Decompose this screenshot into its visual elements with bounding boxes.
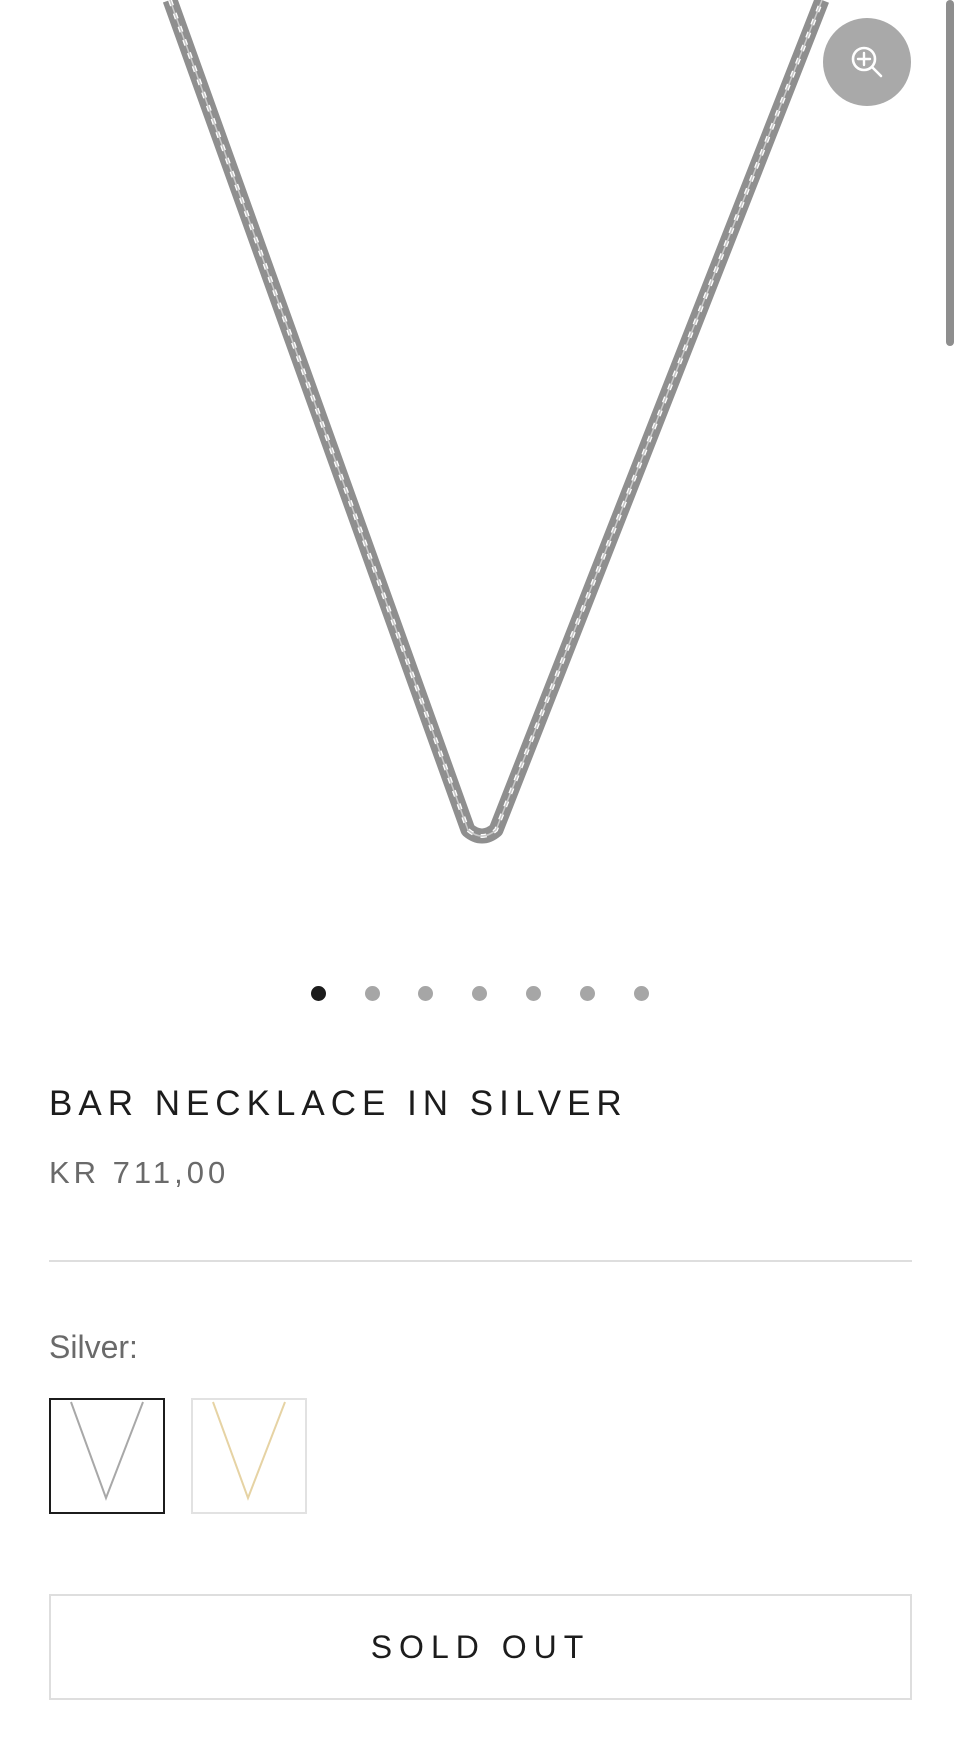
divider xyxy=(49,1260,912,1262)
gallery-dot[interactable] xyxy=(580,986,595,1001)
swatch-silver[interactable] xyxy=(49,1398,165,1514)
gallery-dot[interactable] xyxy=(634,986,649,1001)
product-price: KR 711,00 xyxy=(49,1155,230,1190)
gallery-dot[interactable] xyxy=(526,986,541,1001)
zoom-button[interactable] xyxy=(823,18,911,106)
product-gallery[interactable] xyxy=(0,0,960,940)
gallery-dot[interactable] xyxy=(472,986,487,1001)
variant-label: Silver: xyxy=(49,1329,138,1365)
swatch-gold[interactable] xyxy=(191,1398,307,1514)
gallery-dot[interactable] xyxy=(311,986,326,1001)
gold-necklace-thumbnail xyxy=(212,1401,286,1501)
gallery-pagination xyxy=(0,986,960,1002)
necklace-image xyxy=(162,0,829,844)
gallery-dot[interactable] xyxy=(418,986,433,1001)
product-title: BAR NECKLACE IN SILVER xyxy=(49,1084,628,1123)
silver-necklace-thumbnail xyxy=(70,1401,144,1501)
zoom-in-icon xyxy=(851,46,883,78)
sold-out-button[interactable]: SOLD OUT xyxy=(49,1594,912,1700)
scrollbar[interactable] xyxy=(946,0,954,346)
gallery-dot[interactable] xyxy=(365,986,380,1001)
